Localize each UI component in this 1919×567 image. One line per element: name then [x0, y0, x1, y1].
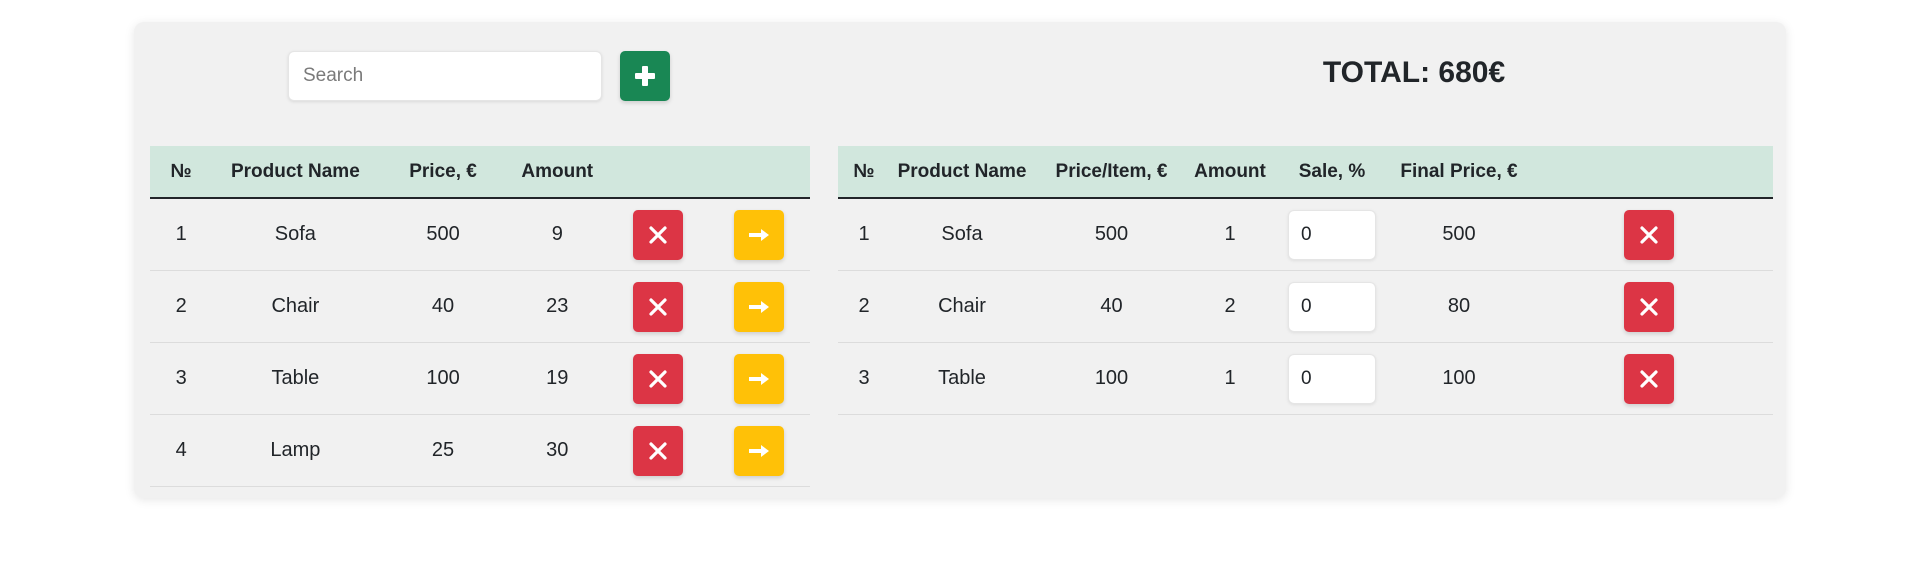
column-header-sale: Sale, %: [1271, 146, 1393, 199]
move-to-cart-button[interactable]: [734, 353, 785, 404]
price-per-item: 100: [1034, 342, 1189, 415]
product-price: 40: [378, 270, 508, 343]
column-header-move: [708, 146, 810, 199]
delete-cell: [606, 342, 709, 415]
item-amount: 2: [1189, 270, 1271, 343]
row-number: 1: [838, 198, 890, 271]
product-name: Chair: [890, 270, 1034, 343]
arrow-right-icon: [749, 228, 770, 241]
row-number: 1: [150, 198, 213, 271]
move-to-cart-button[interactable]: [734, 209, 785, 260]
shop-panel: TOTAL: 680€ № Product Name Price, € Amou…: [134, 22, 1786, 498]
row-number: 2: [150, 270, 213, 343]
arrow-right-icon: [749, 300, 770, 313]
column-header-amount: Amount: [1189, 146, 1271, 199]
item-amount: 1: [1189, 342, 1271, 415]
products-table: № Product Name Price, € Amount 1 Sofa 500 9…: [150, 146, 810, 487]
products-table-header: № Product Name Price, € Amount: [150, 146, 810, 199]
column-header-product-name: Product Name: [212, 146, 379, 199]
product-amount: 19: [507, 342, 607, 415]
product-amount: 23: [507, 270, 607, 343]
delete-cell: [606, 270, 709, 343]
row-number: 2: [838, 270, 890, 343]
product-name: Table: [212, 342, 379, 415]
delete-product-button[interactable]: [632, 281, 683, 332]
move-cell: [708, 198, 810, 271]
products-table-row: 1 Sofa 500 9: [150, 198, 810, 271]
close-icon: [1640, 297, 1658, 316]
search-input[interactable]: [288, 51, 602, 101]
remove-cell: [1525, 342, 1773, 415]
move-to-cart-button[interactable]: [734, 425, 785, 476]
product-name: Sofa: [890, 198, 1034, 271]
sale-cell: [1271, 198, 1393, 271]
product-amount: 9: [507, 198, 607, 271]
remove-cell: [1525, 270, 1773, 343]
sale-percent-input[interactable]: [1288, 281, 1376, 332]
cart-table-header: № Product Name Price/Item, € Amount Sale…: [838, 146, 1773, 199]
add-product-button[interactable]: [620, 51, 670, 101]
product-price: 25: [378, 414, 508, 487]
arrow-right-icon: [749, 372, 770, 385]
column-header-final-price: Final Price, €: [1393, 146, 1525, 199]
column-header-number: №: [838, 146, 890, 199]
price-per-item: 500: [1034, 198, 1189, 271]
products-table-row: 3 Table 100 19: [150, 342, 810, 415]
arrow-right-icon: [749, 444, 770, 457]
sale-percent-input[interactable]: [1288, 209, 1376, 260]
final-price: 100: [1393, 342, 1525, 415]
product-price: 100: [378, 342, 508, 415]
column-header-amount: Amount: [507, 146, 607, 199]
product-name: Chair: [212, 270, 379, 343]
delete-product-button[interactable]: [632, 353, 683, 404]
row-number: 3: [150, 342, 213, 415]
row-number: 3: [838, 342, 890, 415]
product-amount: 30: [507, 414, 607, 487]
cart-table-row: 2Chair40280: [838, 270, 1773, 343]
move-cell: [708, 414, 810, 487]
cart-table: № Product Name Price/Item, € Amount Sale…: [838, 146, 1773, 415]
product-price: 500: [378, 198, 508, 271]
column-header-delete: [606, 146, 709, 199]
remove-from-cart-button[interactable]: [1624, 281, 1674, 332]
product-name: Table: [890, 342, 1034, 415]
products-table-row: 4 Lamp 25 30: [150, 414, 810, 487]
sale-cell: [1271, 270, 1393, 343]
column-header-price-per-item: Price/Item, €: [1034, 146, 1189, 199]
close-icon: [649, 441, 667, 460]
product-name: Lamp: [212, 414, 379, 487]
move-cell: [708, 342, 810, 415]
delete-product-button[interactable]: [632, 425, 683, 476]
column-header-number: №: [150, 146, 213, 199]
sale-cell: [1271, 342, 1393, 415]
cart-total: TOTAL: 680€: [1322, 56, 1506, 89]
remove-from-cart-button[interactable]: [1624, 353, 1674, 404]
close-icon: [1640, 369, 1658, 388]
cart-table-row: 1Sofa5001500: [838, 198, 1773, 271]
move-cell: [708, 270, 810, 343]
delete-cell: [606, 414, 709, 487]
remove-from-cart-button[interactable]: [1624, 209, 1674, 260]
cart-table-row: 3Table1001100: [838, 342, 1773, 415]
close-icon: [1640, 225, 1658, 244]
plus-icon: [635, 66, 655, 86]
close-icon: [649, 297, 667, 316]
sale-percent-input[interactable]: [1288, 353, 1376, 404]
final-price: 80: [1393, 270, 1525, 343]
price-per-item: 40: [1034, 270, 1189, 343]
move-to-cart-button[interactable]: [734, 281, 785, 332]
close-icon: [649, 369, 667, 388]
row-number: 4: [150, 414, 213, 487]
column-header-remove: [1525, 146, 1773, 199]
delete-product-button[interactable]: [632, 209, 683, 260]
delete-cell: [606, 198, 709, 271]
column-header-product-name: Product Name: [890, 146, 1034, 199]
column-header-price: Price, €: [378, 146, 508, 199]
product-name: Sofa: [212, 198, 379, 271]
remove-cell: [1525, 198, 1773, 271]
item-amount: 1: [1189, 198, 1271, 271]
products-table-row: 2 Chair 40 23: [150, 270, 810, 343]
final-price: 500: [1393, 198, 1525, 271]
close-icon: [649, 225, 667, 244]
